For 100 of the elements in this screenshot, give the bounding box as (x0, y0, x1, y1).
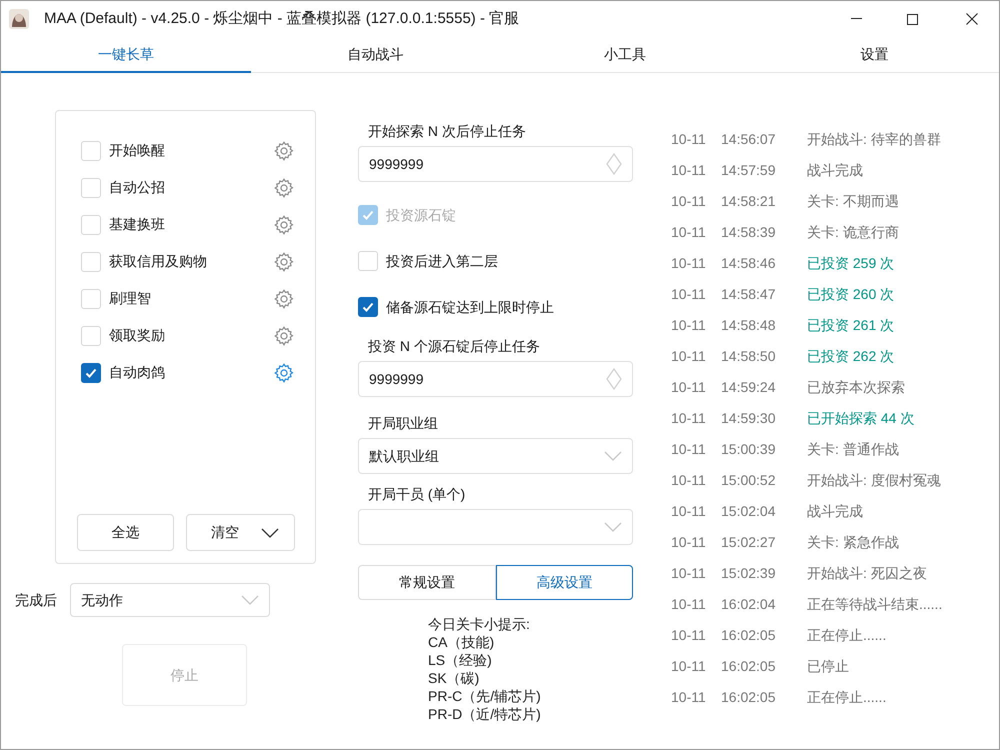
tab[interactable]: 一键长草 (1, 37, 250, 73)
tip-line: PR-C（先/辅芯片) (428, 687, 542, 705)
log-date: 10-11 (671, 502, 707, 521)
check-icon (361, 208, 375, 222)
log-message: 正在停止...... (807, 688, 886, 707)
log-time: 14:58:39 (721, 223, 776, 242)
log-date: 10-11 (671, 316, 707, 335)
log-date: 10-11 (671, 409, 707, 428)
select-all-button[interactable]: 全选 (77, 514, 174, 551)
settings-icon[interactable] (273, 250, 295, 272)
log-time: 14:58:50 (721, 347, 776, 366)
settings-icon[interactable] (273, 140, 295, 162)
after-completion-label: 完成后 (15, 590, 57, 610)
checkbox[interactable] (358, 297, 378, 317)
log-date: 10-11 (671, 254, 707, 273)
chevron-down-icon (604, 451, 622, 461)
segment-tab[interactable]: 常规设置 (358, 565, 496, 600)
log-message: 关卡: 诡意行商 (807, 223, 899, 242)
settings-icon[interactable] (273, 362, 295, 384)
log-time: 15:02:04 (721, 502, 776, 521)
checkbox-label: 投资后进入第二层 (386, 252, 498, 270)
log-time: 16:02:05 (721, 688, 776, 707)
log-date: 10-11 (671, 564, 707, 583)
task-label: 开始唤醒 (109, 141, 166, 160)
settings-icon[interactable] (273, 214, 295, 236)
settings-icon[interactable] (273, 288, 295, 310)
settings-icon[interactable] (273, 324, 295, 346)
caret-icon (260, 528, 279, 538)
log-date: 10-11 (671, 688, 707, 707)
dropdown[interactable] (358, 509, 633, 545)
log-time: 14:57:59 (721, 161, 776, 180)
log-time: 16:02:04 (721, 595, 776, 614)
log-message: 关卡: 普通作战 (807, 440, 899, 459)
log-message: 战斗完成 (807, 161, 863, 180)
number-field[interactable]: 9999999 (358, 146, 633, 182)
close-icon (966, 13, 978, 25)
chevron-down-icon (241, 595, 259, 605)
log-date: 10-11 (671, 192, 707, 211)
log-time: 14:58:47 (721, 285, 776, 304)
settings-icon[interactable] (273, 176, 295, 198)
check-icon (361, 300, 375, 314)
spinner-icon[interactable] (606, 153, 622, 175)
task-label: 自动肉鸽 (109, 363, 166, 382)
log-message: 已放弃本次探索 (807, 378, 905, 397)
tip-line: CA（技能) (428, 633, 496, 651)
checkbox[interactable] (81, 362, 101, 382)
log-date: 10-11 (671, 378, 707, 397)
log-date: 10-11 (671, 533, 707, 552)
segment-tab[interactable]: 高级设置 (496, 565, 633, 600)
log-date: 10-11 (671, 471, 707, 490)
log-message: 已停止 (807, 657, 849, 676)
window-title: MAA (Default) - v4.25.0 - 烁尘烟中 - 蓝叠模拟器 (127.0.0.1:5555) - 官服 (44, 8, 520, 29)
log-date: 10-11 (671, 595, 707, 614)
minimize-icon (850, 18, 862, 20)
log-date: 10-11 (671, 657, 707, 676)
log-date: 10-11 (671, 626, 707, 645)
log-time: 14:58:21 (721, 192, 776, 211)
tab[interactable]: 设置 (750, 37, 999, 73)
log-date: 10-11 (671, 130, 707, 149)
log-time: 15:02:39 (721, 564, 776, 583)
tip-line: LS（经验) (428, 651, 493, 669)
log-date: 10-11 (671, 440, 707, 459)
tab[interactable]: 小工具 (500, 37, 750, 73)
field-label: 开局干员 (单个) (368, 485, 466, 504)
log-message: 开始战斗: 死囚之夜 (807, 564, 927, 583)
task-label: 领取奖励 (109, 326, 166, 345)
task-label: 获取信用及购物 (109, 252, 208, 271)
log-time: 15:02:27 (721, 533, 776, 552)
field-label: 开局职业组 (368, 414, 439, 433)
dropdown[interactable]: 默认职业组 (358, 438, 633, 474)
maximize-icon (906, 14, 918, 24)
log-date: 10-11 (671, 285, 707, 304)
chevron-down-icon (604, 522, 622, 532)
log-message: 正在停止...... (807, 626, 886, 645)
task-label: 基建换班 (109, 215, 166, 234)
clear-button[interactable]: 清空 (186, 514, 295, 551)
task-label: 刷理智 (109, 289, 152, 308)
tip-line: PR-D（近/特芯片) (428, 705, 542, 723)
log-message: 已投资 262 次 (807, 347, 894, 366)
log-message: 已开始探索 44 次 (807, 409, 914, 428)
tip-line: 今日关卡小提示: (428, 615, 531, 633)
number-field[interactable]: 9999999 (358, 361, 633, 397)
task-label: 自动公招 (109, 178, 166, 197)
log-message: 正在等待战斗结束...... (807, 595, 942, 614)
log-date: 10-11 (671, 223, 707, 242)
spinner-icon[interactable] (606, 368, 622, 390)
log-message: 开始战斗: 度假村冤魂 (807, 471, 941, 490)
after-completion-select[interactable]: 无动作 (70, 583, 270, 617)
log-time: 14:56:07 (721, 130, 776, 149)
tip-line: SK（碳) (428, 669, 480, 687)
log-message: 已投资 260 次 (807, 285, 894, 304)
app-icon (8, 8, 30, 30)
log-message: 关卡: 不期而遇 (807, 192, 899, 211)
checkbox-label: 投资源石锭 (386, 206, 456, 224)
log-message: 战斗完成 (807, 502, 863, 521)
log-date: 10-11 (671, 161, 707, 180)
log-time: 15:00:52 (721, 471, 776, 490)
log-message: 已投资 259 次 (807, 254, 894, 273)
log-message: 已投资 261 次 (807, 316, 894, 335)
tab[interactable]: 自动战斗 (250, 37, 500, 73)
